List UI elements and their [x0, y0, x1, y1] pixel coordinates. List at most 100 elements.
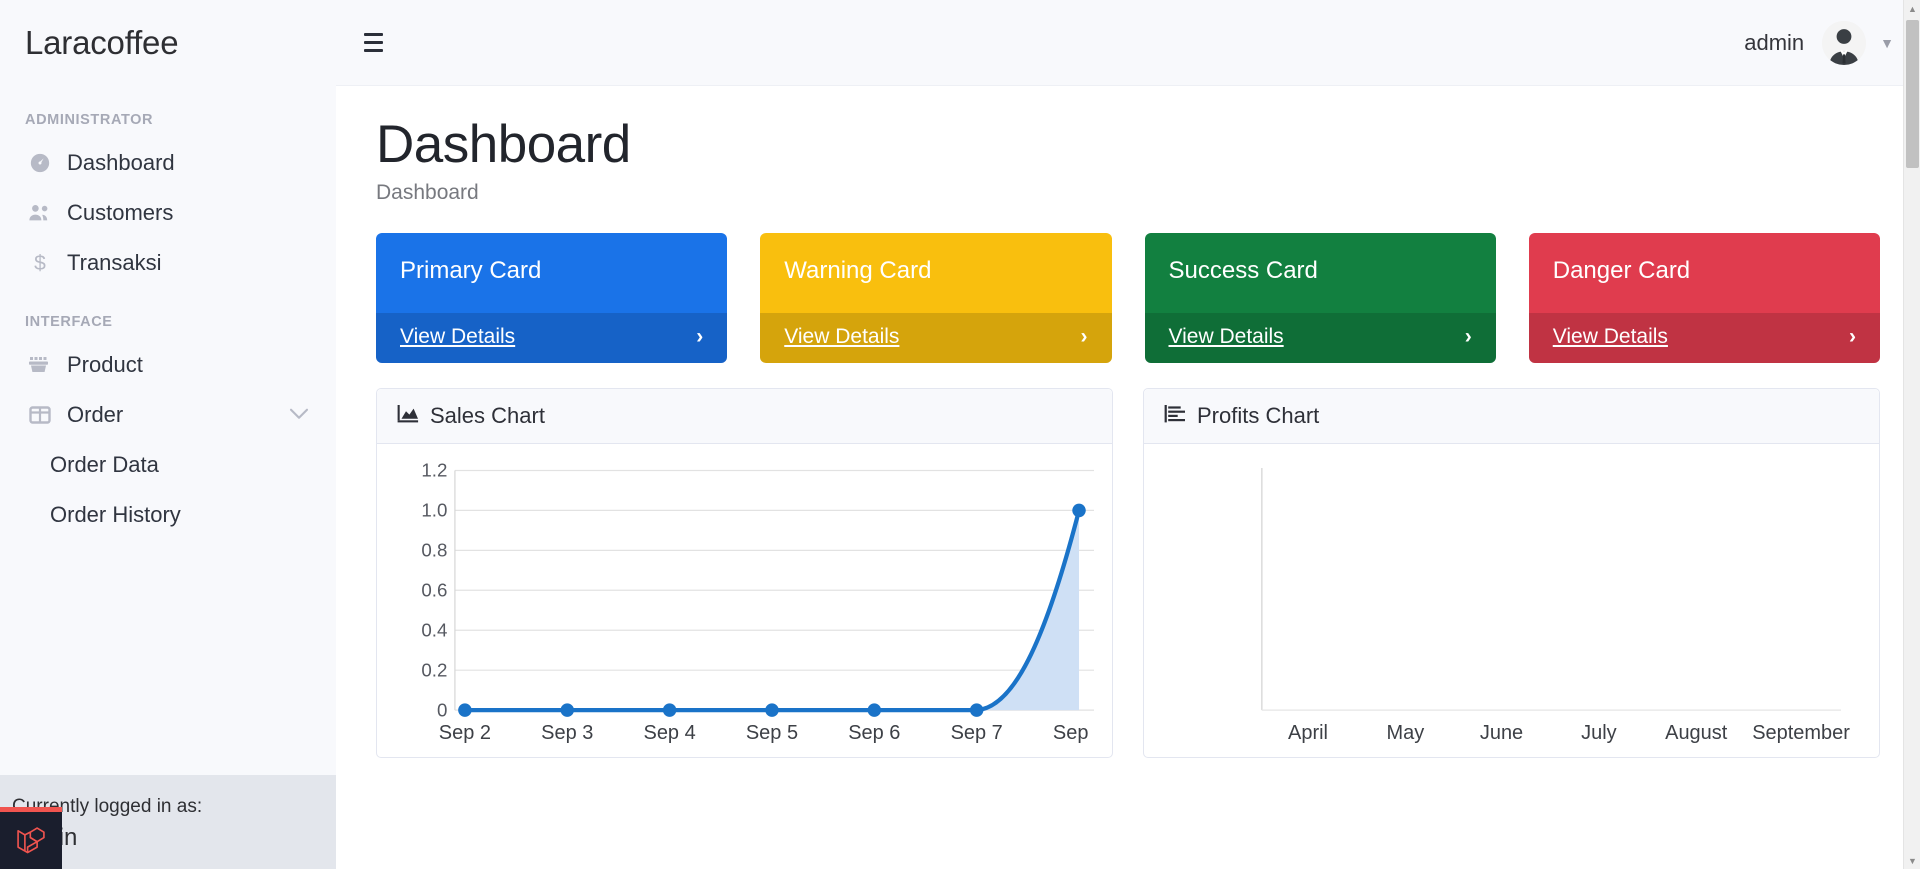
- profits-chart-title: Profits Chart: [1197, 403, 1319, 429]
- scrollbar-thumb[interactable]: [1906, 20, 1919, 168]
- bar-chart-horizontal-icon: [1164, 403, 1186, 429]
- sidebar-item-product[interactable]: Product: [0, 340, 336, 390]
- stat-card-footer-danger[interactable]: View Details ›: [1529, 313, 1880, 363]
- app-root: Laracoffee ADMINISTRATOR Dashboard: [0, 0, 1920, 869]
- tachometer-icon: [25, 152, 55, 174]
- dollar-sign-icon: $: [25, 251, 55, 275]
- scroll-up-arrow-icon[interactable]: ▲: [1904, 0, 1920, 17]
- chevron-right-icon: ›: [696, 325, 703, 349]
- columns-icon: [25, 405, 55, 425]
- stat-card-title: Danger Card: [1529, 233, 1880, 313]
- sales-chart-line: [465, 510, 1079, 710]
- sales-chart-plot: 1.2 1.0 0.8 0.6 0.4 0.2 0: [377, 444, 1112, 757]
- profits-chart-card: Profits Chart April May June July August: [1143, 388, 1880, 758]
- sidebar-item-transaksi[interactable]: $ Transaksi: [0, 238, 336, 288]
- sidebar-heading-administrator: ADMINISTRATOR: [0, 86, 336, 138]
- sales-chart-title: Sales Chart: [430, 403, 545, 429]
- svg-text:Sep 2: Sep 2: [439, 722, 491, 744]
- svg-text:Sep 3: Sep 3: [541, 722, 593, 744]
- page-scrollbar[interactable]: ▲ ▼: [1903, 0, 1920, 869]
- profits-chart-svg: April May June July August September: [1162, 458, 1861, 745]
- view-details-link[interactable]: View Details: [1553, 325, 1668, 349]
- sales-chart-xtick-labels: Sep 2 Sep 3 Sep 4 Sep 5 Sep 6 Sep 7 Sep …: [439, 722, 1094, 744]
- svg-text:September: September: [1752, 722, 1850, 744]
- hamburger-bar: [364, 41, 383, 44]
- sidebar-subitem-order-data[interactable]: Order Data: [0, 440, 336, 490]
- svg-text:Sep 4: Sep 4: [644, 722, 696, 744]
- svg-text:June: June: [1480, 722, 1523, 744]
- stat-card-danger[interactable]: Danger Card View Details ›: [1529, 233, 1880, 363]
- view-details-link[interactable]: View Details: [1169, 325, 1284, 349]
- stat-card-success[interactable]: Success Card View Details ›: [1145, 233, 1496, 363]
- sidebar: Laracoffee ADMINISTRATOR Dashboard: [0, 0, 336, 869]
- svg-text:April: April: [1288, 722, 1328, 744]
- sales-chart-header: Sales Chart: [377, 389, 1112, 444]
- svg-text:Sep 6: Sep 6: [848, 722, 900, 744]
- avatar[interactable]: [1822, 21, 1866, 65]
- chevron-right-icon: ›: [1081, 325, 1088, 349]
- main-area: admin ▼ Dashboard Dashboard Primary Card: [336, 0, 1920, 869]
- laravel-icon: [14, 824, 48, 858]
- laravel-logo-badge[interactable]: [0, 807, 62, 869]
- svg-text:0.8: 0.8: [421, 540, 447, 561]
- svg-text:0.6: 0.6: [421, 580, 447, 601]
- profits-chart-header: Profits Chart: [1144, 389, 1879, 444]
- hamburger-icon[interactable]: [358, 27, 389, 58]
- sidebar-heading-interface: INTERFACE: [0, 288, 336, 340]
- sidebar-item-label: Dashboard: [67, 150, 175, 176]
- svg-text:0.4: 0.4: [421, 619, 447, 640]
- sidebar-item-label: Transaksi: [67, 250, 162, 276]
- sidebar-item-order[interactable]: Order: [0, 390, 336, 440]
- svg-text:July: July: [1581, 722, 1617, 744]
- sidebar-item-label: Customers: [67, 200, 173, 226]
- stat-card-footer-warning[interactable]: View Details ›: [760, 313, 1111, 363]
- sidebar-subitem-label: Order Data: [50, 452, 159, 478]
- profits-chart-plot: April May June July August September: [1144, 444, 1879, 757]
- chevron-right-icon: ›: [1465, 325, 1472, 349]
- stat-card-title: Success Card: [1145, 233, 1496, 313]
- page-title: Dashboard: [376, 114, 1880, 175]
- svg-text:Sep 7: Sep 7: [951, 722, 1003, 744]
- stat-card-title: Warning Card: [760, 233, 1111, 313]
- svg-text:$: $: [34, 252, 46, 275]
- stat-card-warning[interactable]: Warning Card View Details ›: [760, 233, 1111, 363]
- svg-text:Sep 5: Sep 5: [746, 722, 798, 744]
- charts-row: Sales Chart: [376, 388, 1880, 758]
- hamburger-bar: [364, 33, 383, 36]
- sidebar-item-customers[interactable]: Customers: [0, 188, 336, 238]
- svg-text:0.2: 0.2: [421, 659, 447, 680]
- stat-card-footer-primary[interactable]: View Details ›: [376, 313, 727, 363]
- hamburger-bar: [364, 49, 383, 52]
- page-content: Dashboard Dashboard Primary Card View De…: [336, 86, 1920, 758]
- view-details-link[interactable]: View Details: [784, 325, 899, 349]
- view-details-link[interactable]: View Details: [400, 325, 515, 349]
- users-icon: [25, 203, 55, 223]
- sales-chart-svg: 1.2 1.0 0.8 0.6 0.4 0.2 0: [395, 458, 1094, 745]
- scroll-down-arrow-icon[interactable]: ▼: [1904, 852, 1920, 869]
- sidebar-item-label: Order: [67, 402, 123, 428]
- svg-text:Sep 8: Sep 8: [1053, 722, 1094, 744]
- sidebar-item-label: Product: [67, 352, 143, 378]
- stat-card-footer-success[interactable]: View Details ›: [1145, 313, 1496, 363]
- user-avatar-icon: [1822, 21, 1866, 65]
- svg-text:August: August: [1665, 722, 1728, 744]
- chevron-right-icon: ›: [1849, 325, 1856, 349]
- stat-card-primary[interactable]: Primary Card View Details ›: [376, 233, 727, 363]
- svg-text:0: 0: [437, 699, 447, 720]
- svg-text:1.0: 1.0: [421, 500, 447, 521]
- sales-chart-points: [458, 504, 1086, 717]
- breadcrumb: Dashboard: [376, 181, 1880, 205]
- chevron-down-icon[interactable]: ▼: [1880, 35, 1894, 51]
- sidebar-item-dashboard[interactable]: Dashboard: [0, 138, 336, 188]
- stat-cards-row: Primary Card View Details › Warning Card…: [376, 233, 1880, 363]
- sales-chart-ytick-labels: 1.2 1.0 0.8 0.6 0.4 0.2 0: [421, 460, 447, 721]
- chevron-down-icon[interactable]: [288, 401, 310, 427]
- sidebar-subitem-order-history[interactable]: Order History: [0, 490, 336, 540]
- sales-chart-area-fill: [465, 510, 1079, 710]
- topbar: admin ▼: [336, 0, 1920, 86]
- sidebar-subitem-label: Order History: [50, 502, 181, 528]
- shopping-cart-icon: [25, 355, 55, 375]
- sales-chart-card: Sales Chart: [376, 388, 1113, 758]
- brand-logo[interactable]: Laracoffee: [0, 0, 336, 86]
- profits-chart-xtick-labels: April May June July August September: [1288, 722, 1850, 744]
